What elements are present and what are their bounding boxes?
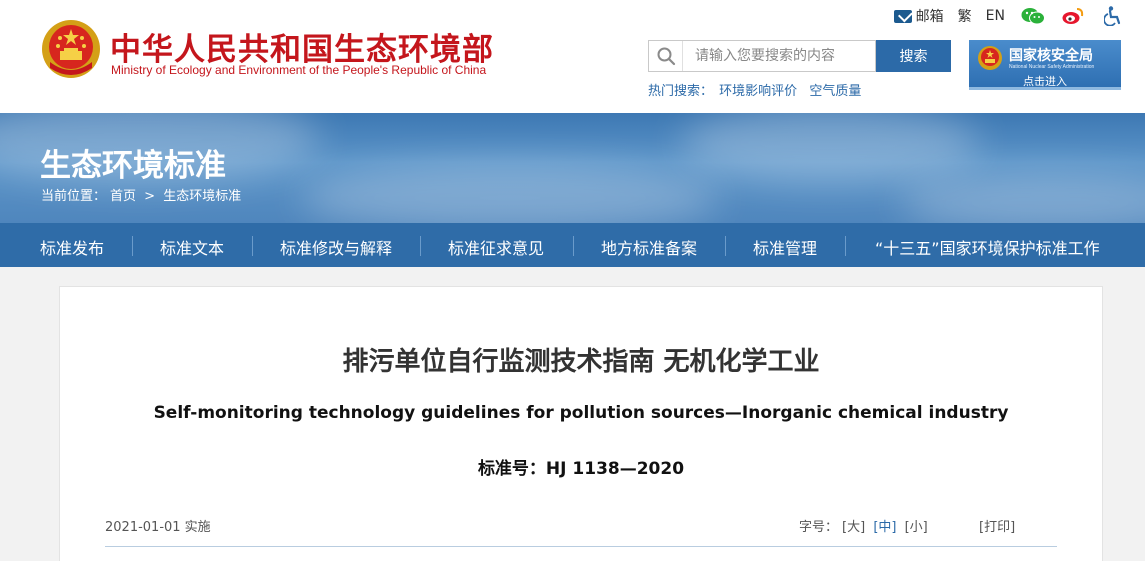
breadcrumb-prefix: 当前位置： (41, 189, 107, 204)
nav-item-standard-management[interactable]: 标准管理 (753, 235, 817, 259)
document-code: 标准号：HJ 1138—2020 (477, 459, 685, 479)
main-nav: 标准发布 标准文本 标准修改与解释 标准征求意见 地方标准备案 标准管理 “十三… (0, 223, 1145, 267)
search-input[interactable] (683, 42, 873, 70)
breadcrumb-current-link[interactable]: 生态环境标准 (163, 189, 241, 204)
site-header: 中华人民共和国生态环境部 Ministry of Ecology and Env… (0, 0, 1145, 113)
nav-item-standard-consultation[interactable]: 标准征求意见 (448, 235, 544, 259)
search-icon (649, 41, 683, 71)
font-size-controls: 字号： [大] [中] [小] (799, 516, 928, 535)
mail-link[interactable]: 邮箱 (893, 6, 944, 26)
document-title-en: Self-monitoring technology guidelines fo… (153, 403, 1009, 423)
weibo-button[interactable] (1061, 6, 1085, 26)
national-emblem-icon[interactable] (40, 18, 102, 80)
nav-item-standard-text[interactable]: 标准文本 (160, 235, 224, 259)
print-button[interactable]: [打印] (979, 516, 1015, 535)
wechat-icon (1021, 8, 1045, 25)
site-subtitle: Ministry of Ecology and Environment of t… (111, 63, 487, 77)
search-box (648, 40, 876, 72)
breadcrumb-separator: > (144, 189, 156, 204)
nav-item-standard-release[interactable]: 标准发布 (40, 235, 104, 259)
accessibility-icon (1104, 6, 1121, 26)
section-banner: 生态环境标准 当前位置： 首页 > 生态环境标准 (0, 113, 1145, 223)
breadcrumb-home-link[interactable]: 首页 (110, 189, 136, 204)
hot-search-label: 热门搜索： (648, 84, 714, 99)
hot-search-item[interactable]: 环境影响评价 (719, 84, 797, 99)
nnsa-subtitle: National Nuclear Safety Administration (1009, 64, 1095, 70)
hot-search: 热门搜索： 环境影响评价 空气质量 (648, 80, 869, 99)
top-links: 邮箱 繁 EN (880, 6, 1125, 26)
nav-item-13th-five-year[interactable]: “十三五”国家环境保护标准工作 (875, 235, 1100, 259)
font-size-small-button[interactable]: [小] (905, 520, 928, 535)
effective-date: 2021-01-01 实施 (105, 520, 211, 535)
hot-search-item[interactable]: 空气质量 (809, 84, 861, 99)
section-title: 生态环境标准 (40, 148, 226, 184)
mail-label: 邮箱 (915, 9, 944, 25)
accessibility-button[interactable] (1101, 6, 1125, 26)
nav-item-local-standard-filing[interactable]: 地方标准备案 (601, 235, 697, 259)
wechat-button[interactable] (1021, 6, 1045, 26)
font-size-medium-button[interactable]: [中] (873, 520, 896, 535)
font-size-label: 字号： (799, 520, 839, 535)
document-card: 排污单位自行监测技术指南 无机化学工业 Self-monitoring tech… (59, 286, 1103, 561)
english-link[interactable]: EN (986, 8, 1005, 24)
nav-item-standard-revision[interactable]: 标准修改与解释 (280, 235, 392, 259)
mail-icon (893, 9, 912, 23)
divider (105, 546, 1057, 547)
traditional-chinese-link[interactable]: 繁 (958, 6, 972, 26)
font-size-large-button[interactable]: [大] (842, 520, 865, 535)
weibo-icon (1062, 8, 1084, 24)
breadcrumb: 当前位置： 首页 > 生态环境标准 (41, 185, 245, 204)
search-button[interactable]: 搜索 (876, 40, 951, 72)
national-emblem-icon (978, 46, 1002, 70)
nnsa-enter-label: 点击进入 (1023, 75, 1067, 88)
document-title: 排污单位自行监测技术指南 无机化学工业 (342, 347, 820, 377)
nnsa-title: 国家核安全局 (1009, 48, 1093, 64)
nnsa-banner-link[interactable]: 国家核安全局 National Nuclear Safety Administr… (969, 40, 1121, 90)
